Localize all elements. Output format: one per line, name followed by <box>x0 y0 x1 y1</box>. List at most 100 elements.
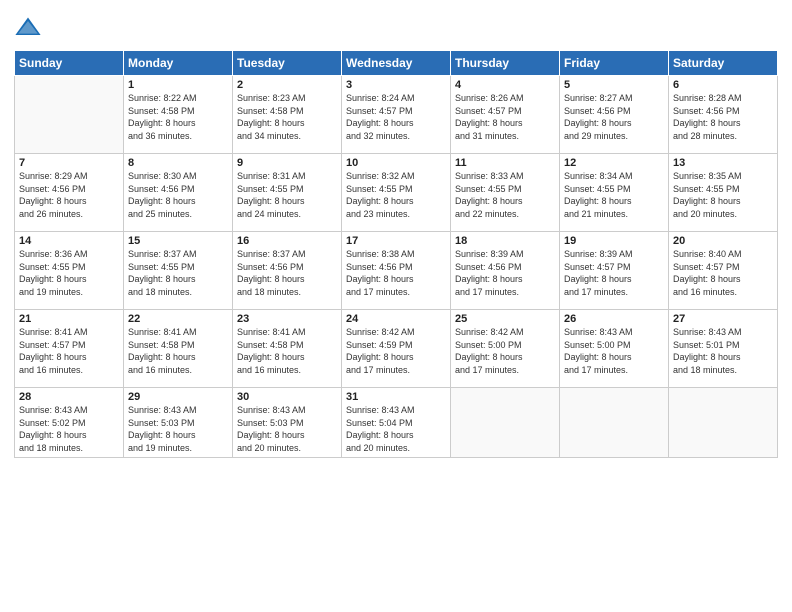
day-info: Sunrise: 8:39 AMSunset: 4:56 PMDaylight:… <box>455 248 555 298</box>
day-info: Sunrise: 8:32 AMSunset: 4:55 PMDaylight:… <box>346 170 446 220</box>
day-number: 24 <box>346 313 446 325</box>
day-info: Sunrise: 8:31 AMSunset: 4:55 PMDaylight:… <box>237 170 337 220</box>
day-info: Sunrise: 8:43 AMSunset: 5:02 PMDaylight:… <box>19 404 119 454</box>
day-number: 14 <box>19 235 119 247</box>
day-info: Sunrise: 8:41 AMSunset: 4:57 PMDaylight:… <box>19 326 119 376</box>
calendar-cell: 5Sunrise: 8:27 AMSunset: 4:56 PMDaylight… <box>560 76 669 154</box>
page: SundayMondayTuesdayWednesdayThursdayFrid… <box>0 0 792 612</box>
day-info: Sunrise: 8:43 AMSunset: 5:01 PMDaylight:… <box>673 326 773 376</box>
day-info: Sunrise: 8:43 AMSunset: 5:04 PMDaylight:… <box>346 404 446 454</box>
calendar-cell: 24Sunrise: 8:42 AMSunset: 4:59 PMDayligh… <box>342 310 451 388</box>
day-number: 30 <box>237 391 337 403</box>
day-number: 11 <box>455 157 555 169</box>
calendar-cell: 9Sunrise: 8:31 AMSunset: 4:55 PMDaylight… <box>233 154 342 232</box>
calendar-cell: 20Sunrise: 8:40 AMSunset: 4:57 PMDayligh… <box>669 232 778 310</box>
day-number: 17 <box>346 235 446 247</box>
day-number: 20 <box>673 235 773 247</box>
day-number: 27 <box>673 313 773 325</box>
calendar-cell: 11Sunrise: 8:33 AMSunset: 4:55 PMDayligh… <box>451 154 560 232</box>
day-info: Sunrise: 8:41 AMSunset: 4:58 PMDaylight:… <box>128 326 228 376</box>
header <box>14 10 778 42</box>
calendar-cell: 1Sunrise: 8:22 AMSunset: 4:58 PMDaylight… <box>124 76 233 154</box>
calendar-cell: 17Sunrise: 8:38 AMSunset: 4:56 PMDayligh… <box>342 232 451 310</box>
calendar-cell: 29Sunrise: 8:43 AMSunset: 5:03 PMDayligh… <box>124 388 233 458</box>
day-number: 1 <box>128 79 228 91</box>
week-row-1: 1Sunrise: 8:22 AMSunset: 4:58 PMDaylight… <box>15 76 778 154</box>
calendar-cell: 6Sunrise: 8:28 AMSunset: 4:56 PMDaylight… <box>669 76 778 154</box>
day-number: 8 <box>128 157 228 169</box>
calendar-cell: 8Sunrise: 8:30 AMSunset: 4:56 PMDaylight… <box>124 154 233 232</box>
logo-icon <box>14 14 42 42</box>
day-number: 25 <box>455 313 555 325</box>
day-number: 9 <box>237 157 337 169</box>
calendar-cell: 31Sunrise: 8:43 AMSunset: 5:04 PMDayligh… <box>342 388 451 458</box>
day-info: Sunrise: 8:38 AMSunset: 4:56 PMDaylight:… <box>346 248 446 298</box>
day-number: 6 <box>673 79 773 91</box>
calendar-cell <box>15 76 124 154</box>
day-number: 29 <box>128 391 228 403</box>
day-info: Sunrise: 8:43 AMSunset: 5:03 PMDaylight:… <box>237 404 337 454</box>
day-info: Sunrise: 8:30 AMSunset: 4:56 PMDaylight:… <box>128 170 228 220</box>
calendar-cell: 10Sunrise: 8:32 AMSunset: 4:55 PMDayligh… <box>342 154 451 232</box>
calendar: SundayMondayTuesdayWednesdayThursdayFrid… <box>14 50 778 458</box>
day-number: 23 <box>237 313 337 325</box>
day-number: 19 <box>564 235 664 247</box>
day-number: 10 <box>346 157 446 169</box>
week-row-2: 7Sunrise: 8:29 AMSunset: 4:56 PMDaylight… <box>15 154 778 232</box>
weekday-header-tuesday: Tuesday <box>233 51 342 76</box>
calendar-cell: 15Sunrise: 8:37 AMSunset: 4:55 PMDayligh… <box>124 232 233 310</box>
calendar-cell: 27Sunrise: 8:43 AMSunset: 5:01 PMDayligh… <box>669 310 778 388</box>
day-info: Sunrise: 8:39 AMSunset: 4:57 PMDaylight:… <box>564 248 664 298</box>
calendar-cell: 21Sunrise: 8:41 AMSunset: 4:57 PMDayligh… <box>15 310 124 388</box>
calendar-cell: 26Sunrise: 8:43 AMSunset: 5:00 PMDayligh… <box>560 310 669 388</box>
calendar-cell <box>560 388 669 458</box>
day-info: Sunrise: 8:24 AMSunset: 4:57 PMDaylight:… <box>346 92 446 142</box>
calendar-cell: 14Sunrise: 8:36 AMSunset: 4:55 PMDayligh… <box>15 232 124 310</box>
week-row-4: 21Sunrise: 8:41 AMSunset: 4:57 PMDayligh… <box>15 310 778 388</box>
calendar-cell: 25Sunrise: 8:42 AMSunset: 5:00 PMDayligh… <box>451 310 560 388</box>
day-info: Sunrise: 8:36 AMSunset: 4:55 PMDaylight:… <box>19 248 119 298</box>
day-info: Sunrise: 8:37 AMSunset: 4:56 PMDaylight:… <box>237 248 337 298</box>
day-number: 22 <box>128 313 228 325</box>
day-number: 18 <box>455 235 555 247</box>
weekday-header-sunday: Sunday <box>15 51 124 76</box>
calendar-cell: 18Sunrise: 8:39 AMSunset: 4:56 PMDayligh… <box>451 232 560 310</box>
logo <box>14 14 44 42</box>
day-info: Sunrise: 8:27 AMSunset: 4:56 PMDaylight:… <box>564 92 664 142</box>
day-info: Sunrise: 8:40 AMSunset: 4:57 PMDaylight:… <box>673 248 773 298</box>
calendar-cell: 12Sunrise: 8:34 AMSunset: 4:55 PMDayligh… <box>560 154 669 232</box>
day-number: 28 <box>19 391 119 403</box>
day-number: 4 <box>455 79 555 91</box>
calendar-cell: 19Sunrise: 8:39 AMSunset: 4:57 PMDayligh… <box>560 232 669 310</box>
calendar-cell: 30Sunrise: 8:43 AMSunset: 5:03 PMDayligh… <box>233 388 342 458</box>
weekday-header-row: SundayMondayTuesdayWednesdayThursdayFrid… <box>15 51 778 76</box>
week-row-3: 14Sunrise: 8:36 AMSunset: 4:55 PMDayligh… <box>15 232 778 310</box>
day-info: Sunrise: 8:33 AMSunset: 4:55 PMDaylight:… <box>455 170 555 220</box>
day-info: Sunrise: 8:41 AMSunset: 4:58 PMDaylight:… <box>237 326 337 376</box>
day-info: Sunrise: 8:23 AMSunset: 4:58 PMDaylight:… <box>237 92 337 142</box>
day-info: Sunrise: 8:42 AMSunset: 4:59 PMDaylight:… <box>346 326 446 376</box>
calendar-cell <box>451 388 560 458</box>
day-number: 15 <box>128 235 228 247</box>
day-info: Sunrise: 8:35 AMSunset: 4:55 PMDaylight:… <box>673 170 773 220</box>
weekday-header-thursday: Thursday <box>451 51 560 76</box>
day-number: 3 <box>346 79 446 91</box>
day-number: 26 <box>564 313 664 325</box>
day-number: 7 <box>19 157 119 169</box>
day-info: Sunrise: 8:43 AMSunset: 5:03 PMDaylight:… <box>128 404 228 454</box>
calendar-cell: 3Sunrise: 8:24 AMSunset: 4:57 PMDaylight… <box>342 76 451 154</box>
calendar-cell: 4Sunrise: 8:26 AMSunset: 4:57 PMDaylight… <box>451 76 560 154</box>
weekday-header-friday: Friday <box>560 51 669 76</box>
calendar-cell: 13Sunrise: 8:35 AMSunset: 4:55 PMDayligh… <box>669 154 778 232</box>
day-number: 21 <box>19 313 119 325</box>
day-number: 31 <box>346 391 446 403</box>
day-info: Sunrise: 8:28 AMSunset: 4:56 PMDaylight:… <box>673 92 773 142</box>
calendar-cell: 2Sunrise: 8:23 AMSunset: 4:58 PMDaylight… <box>233 76 342 154</box>
day-info: Sunrise: 8:37 AMSunset: 4:55 PMDaylight:… <box>128 248 228 298</box>
weekday-header-wednesday: Wednesday <box>342 51 451 76</box>
calendar-cell: 16Sunrise: 8:37 AMSunset: 4:56 PMDayligh… <box>233 232 342 310</box>
calendar-cell: 7Sunrise: 8:29 AMSunset: 4:56 PMDaylight… <box>15 154 124 232</box>
day-number: 12 <box>564 157 664 169</box>
weekday-header-saturday: Saturday <box>669 51 778 76</box>
calendar-cell <box>669 388 778 458</box>
